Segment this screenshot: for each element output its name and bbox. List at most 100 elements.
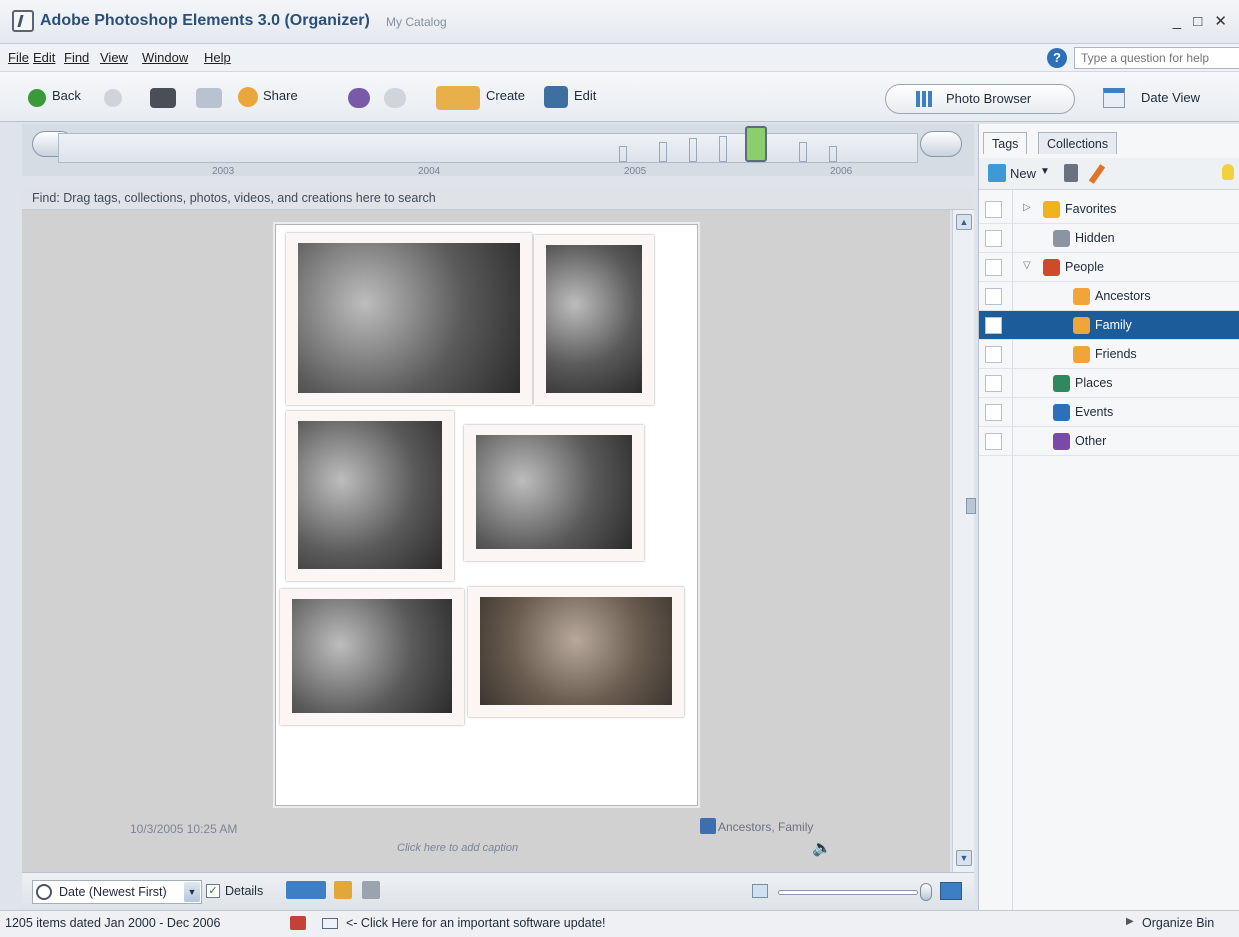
tag-checkbox[interactable] (985, 375, 1002, 392)
events-icon (1053, 404, 1070, 421)
scroll-up-button[interactable]: ▲ (956, 214, 972, 230)
tag-checkbox[interactable] (985, 230, 1002, 247)
globe-icon (1053, 375, 1070, 392)
tag-item-other[interactable]: Other (979, 427, 1239, 456)
menu-window[interactable]: Window (142, 50, 188, 65)
camera-icon[interactable] (150, 88, 176, 108)
version-set-icon[interactable] (362, 881, 380, 899)
tag-item-ancestors[interactable]: Ancestors (979, 282, 1239, 311)
tag-checkbox[interactable] (985, 288, 1002, 305)
delete-icon[interactable] (1064, 164, 1078, 182)
tag-checkbox[interactable] (985, 433, 1002, 450)
print-icon[interactable] (196, 88, 222, 108)
panel-splitter-handle[interactable] (966, 498, 976, 514)
tag-checkbox[interactable] (985, 317, 1002, 334)
tag-checkbox[interactable] (985, 201, 1002, 218)
caption-field[interactable]: Click here to add caption (397, 842, 518, 854)
menu-help[interactable]: Help (204, 50, 231, 65)
date-view-label: Date View (1141, 90, 1201, 105)
new-tag-icon[interactable] (988, 164, 1006, 182)
timeline-bar (719, 136, 727, 162)
mail-icon[interactable] (322, 918, 338, 929)
thumbnail-size-slider[interactable] (778, 890, 918, 895)
photo-print (534, 235, 654, 405)
rotate-right-icon[interactable] (384, 88, 406, 108)
tag-item-places[interactable]: Places (979, 369, 1239, 398)
tag-item-friends[interactable]: Friends (979, 340, 1239, 369)
back-arrow-icon[interactable] (28, 89, 46, 107)
forward-arrow-icon[interactable] (104, 89, 122, 107)
timeline-track[interactable] (58, 133, 918, 163)
tag-label: Friends (1095, 347, 1137, 361)
tag-item-hidden[interactable]: Hidden (979, 224, 1239, 253)
timeline-year: 2005 (624, 166, 647, 177)
new-tag-button[interactable]: New (1010, 166, 1036, 181)
window-controls[interactable]: _ □ ✕ (1173, 12, 1231, 30)
timeline-next-button[interactable] (920, 131, 962, 157)
tag-icon (1073, 346, 1090, 363)
tag-item-people[interactable]: ▽ People (979, 253, 1239, 282)
alert-icon (290, 916, 306, 930)
lightbulb-icon[interactable] (1222, 164, 1234, 180)
zoom-out-icon[interactable] (752, 884, 768, 898)
tag-label: Places (1075, 376, 1113, 390)
photo-browser-button[interactable]: Photo Browser (885, 84, 1075, 114)
catalog-name: My Catalog (386, 15, 447, 29)
chevron-down-icon[interactable]: ▼ (1040, 166, 1050, 177)
help-icon[interactable]: ? (1047, 48, 1067, 68)
stack-icon[interactable] (334, 881, 352, 899)
photo-tags: Ancestors, Family (718, 820, 814, 834)
timeline-slider-thumb[interactable] (745, 126, 767, 162)
tag-label: Ancestors (1095, 289, 1151, 303)
details-checkbox[interactable]: ✓ (206, 884, 220, 898)
thumbnail-size-thumb[interactable] (920, 883, 932, 901)
edit-icon[interactable] (544, 86, 568, 108)
date-view-button[interactable]: Date View (1103, 84, 1239, 114)
expand-arrow-icon[interactable]: ▷ (1023, 202, 1031, 213)
star-icon (1043, 201, 1060, 218)
scroll-down-button[interactable]: ▼ (956, 850, 972, 866)
rotate-left-icon[interactable] (348, 88, 370, 108)
find-bar[interactable]: Find: Drag tags, collections, photos, vi… (22, 188, 974, 210)
tag-item-favorites[interactable]: ▷ Favorites (979, 195, 1239, 224)
timeline-year: 2003 (212, 166, 235, 177)
tag-label: People (1065, 260, 1104, 274)
sort-order-select[interactable]: Date (Newest First) (32, 880, 202, 904)
zoom-in-icon[interactable] (940, 882, 962, 900)
create-icon[interactable] (436, 86, 480, 110)
photo-print (280, 589, 464, 725)
menu-view[interactable]: View (100, 50, 128, 65)
create-button[interactable]: Create (486, 88, 525, 103)
tag-checkbox[interactable] (985, 346, 1002, 363)
people-icon (1043, 259, 1060, 276)
organize-bin-toggle[interactable]: Organize Bin (1142, 916, 1214, 930)
hidden-icon (1053, 230, 1070, 247)
timeline-bar (829, 146, 837, 162)
rotate-photos-icon[interactable] (286, 881, 326, 899)
menu-edit[interactable]: Edit (33, 50, 55, 65)
tag-label: Other (1075, 434, 1107, 448)
tag-icon (1073, 317, 1090, 334)
tab-collections[interactable]: Collections (1038, 132, 1118, 154)
help-search-input[interactable] (1074, 47, 1239, 69)
tag-checkbox[interactable] (985, 404, 1002, 421)
collapse-arrow-icon[interactable]: ▽ (1023, 260, 1031, 271)
menu-find[interactable]: Find (64, 50, 89, 65)
audio-icon[interactable]: 🔈 (812, 838, 832, 858)
tag-label: Favorites (1065, 202, 1117, 216)
tag-checkbox[interactable] (985, 259, 1002, 276)
tag-item-family[interactable]: Family (979, 311, 1239, 340)
menu-file[interactable]: File (8, 50, 29, 65)
update-link[interactable]: <- Click Here for an important software … (346, 916, 606, 930)
tab-tags[interactable]: Tags (983, 132, 1028, 154)
tag-label: Events (1075, 405, 1114, 419)
edit-button[interactable]: Edit (574, 88, 596, 103)
photo-print (286, 411, 454, 581)
tag-item-events[interactable]: Events (979, 398, 1239, 427)
vertical-scrollbar[interactable]: ▲ ▼ (952, 210, 974, 872)
share-button[interactable]: Share (263, 88, 298, 103)
photo-thumbnail[interactable] (275, 224, 698, 806)
back-button[interactable]: Back (52, 88, 81, 103)
share-icon[interactable] (238, 87, 258, 107)
chevron-down-icon[interactable]: ▼ (184, 882, 200, 902)
